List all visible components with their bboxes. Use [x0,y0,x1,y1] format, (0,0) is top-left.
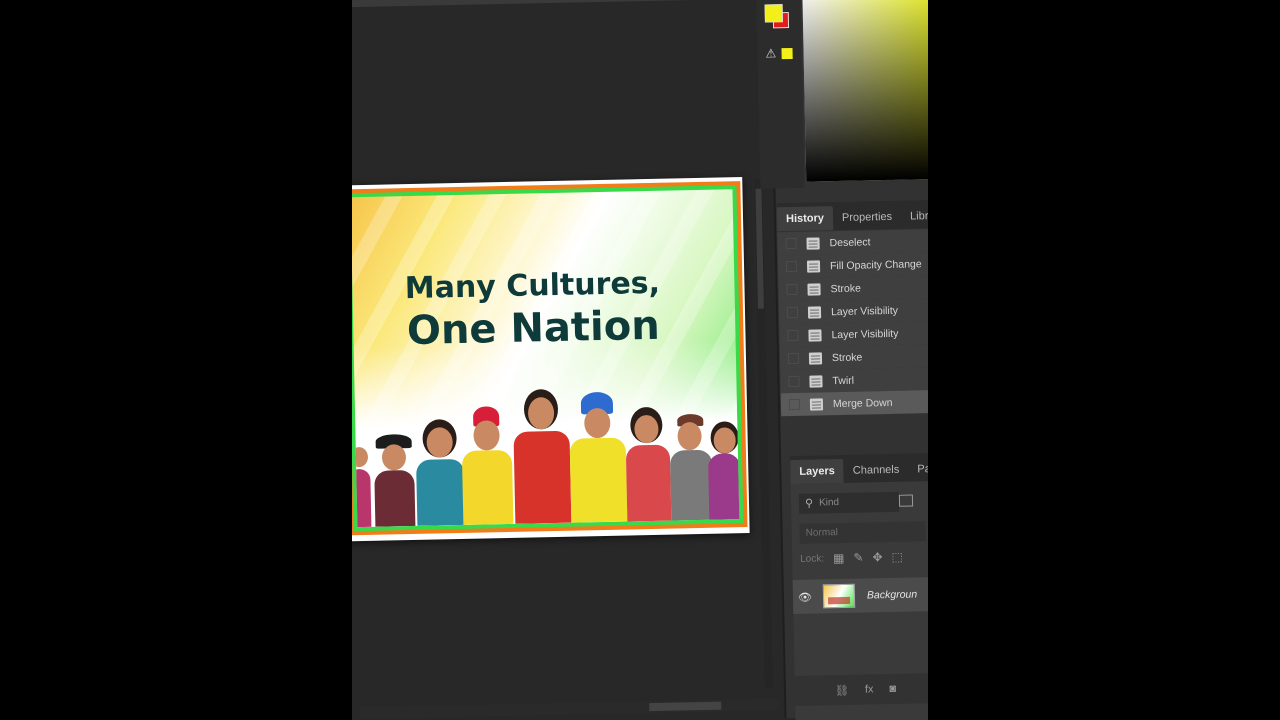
layer-row-background[interactable]: 👁 Backgroun [792,576,928,615]
layers-footer: ⛓ fx ◙ [794,671,928,707]
lock-paint-icon[interactable]: ✎ [853,551,863,565]
document-state-icon [808,351,823,365]
layer-thumbnail [822,583,856,609]
history-item[interactable]: Stroke [778,274,928,302]
history-item[interactable]: Deselect [777,228,928,256]
headline-line2: One Nation [406,302,661,355]
document-state-icon [809,374,823,388]
history-item[interactable]: Layer Visibility [778,297,928,325]
child-figure [623,409,673,522]
letterbox-right [928,0,1280,720]
layer-filter-kind[interactable]: Kind [798,491,900,514]
history-item[interactable]: Stroke [779,343,928,371]
fx-icon[interactable]: fx [865,683,874,695]
document-state-icon [806,259,821,273]
children-group-image [352,369,740,528]
document-state-icon [809,397,824,411]
lock-move-icon[interactable]: ✥ [872,550,882,564]
blend-mode-select[interactable]: Normal [799,521,926,544]
history-list: Deselect Fill Opacity Change Stroke Laye… [777,228,928,417]
child-figure [459,406,515,525]
link-icon[interactable]: ⛓ [835,683,849,696]
document-state-icon [807,282,821,296]
lock-transparent-icon[interactable]: ▦ [833,551,845,565]
photoshop-window: Many Cultures, One Nation ⚠ History Prop… [352,0,928,720]
mask-icon[interactable]: ◙ [889,683,896,695]
layers-panel-tabs: Layers Channels Path [790,452,928,485]
document-state-icon [806,236,820,250]
tab-properties[interactable]: Properties [833,205,902,230]
lock-row: Lock: ▦ ✎ ✥ ⬚ [800,550,903,566]
tab-libraries[interactable]: Libra [901,204,928,229]
history-item[interactable]: Fill Opacity Change [777,251,928,279]
tab-layers[interactable]: Layers [790,458,845,485]
child-figure [511,389,574,524]
child-figure [567,391,630,523]
history-item[interactable]: Twirl [780,366,928,394]
layer-name: Backgroun [866,588,918,602]
color-tool-strip [756,0,805,189]
document-state-icon [807,305,822,319]
foreground-color-swatch[interactable] [764,4,783,23]
history-panel-tabs: History Properties Libra [776,199,928,232]
color-picker-field[interactable] [802,0,928,182]
headline-line1: Many Cultures, [404,265,661,307]
gamut-color-swatch[interactable] [781,47,793,60]
image-filter-icon[interactable] [898,494,914,507]
child-figure [371,434,417,527]
history-item-selected[interactable]: Merge Down [780,389,928,417]
child-figure [707,423,740,520]
lock-label: Lock: [800,552,825,565]
tab-paths[interactable]: Path [908,457,928,482]
document-state-icon [808,328,822,342]
tab-history[interactable]: History [776,206,834,232]
letterbox-left [0,0,352,720]
document-image: Many Cultures, One Nation [352,189,740,528]
canvas-area[interactable]: Many Cultures, One Nation [352,0,790,720]
history-item[interactable]: Layer Visibility [779,320,928,348]
lock-artboard-icon[interactable]: ⬚ [891,550,903,564]
tab-channels[interactable]: Channels [844,458,909,483]
warning-icon[interactable]: ⚠ [765,46,776,60]
eye-icon[interactable]: 👁 [793,590,817,603]
